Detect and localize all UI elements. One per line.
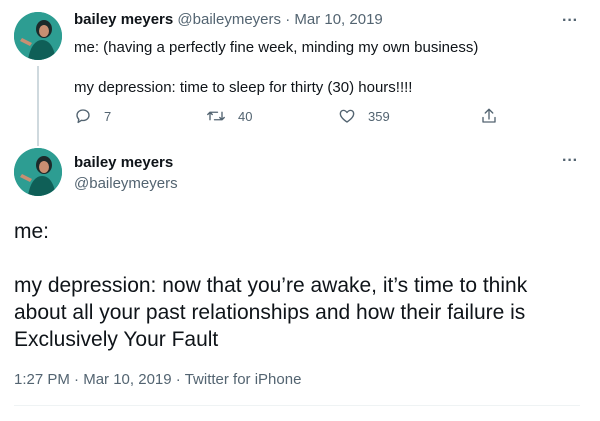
retweet-count: 40 (238, 108, 253, 124)
retweet-icon (207, 111, 225, 121)
tweet-date[interactable]: Mar 10, 2019 (294, 11, 382, 28)
reply-button[interactable]: 7 (74, 106, 111, 126)
author-name[interactable]: bailey meyers (74, 154, 173, 171)
tweet-text-line: me: (14, 220, 50, 243)
separator-dot: · (175, 371, 181, 388)
more-icon[interactable]: ··· (562, 13, 578, 29)
avatar[interactable] (14, 148, 62, 196)
tweet-text: me: (having a perfectly fine week, mindi… (74, 38, 574, 98)
separator-dot: · (285, 11, 291, 28)
tweet-header: bailey meyers @baileymeyers · Mar 10, 20… (74, 11, 383, 28)
tweet-source[interactable]: Twitter for iPhone (185, 371, 302, 388)
like-button[interactable]: 359 (338, 106, 390, 126)
tweet-text-line: my depression: time to sleep for thirty … (74, 79, 413, 96)
reply-icon (76, 109, 90, 124)
tweet-actions: 7 40 359 (74, 106, 524, 126)
author-handle[interactable]: @baileymeyers (177, 11, 281, 28)
parent-tweet[interactable]: bailey meyers @baileymeyers · Mar 10, 20… (0, 0, 600, 146)
share-icon (482, 108, 496, 123)
like-count: 359 (368, 108, 390, 124)
separator-dot: · (74, 371, 80, 388)
thread-connector-line (37, 66, 39, 146)
focused-tweet[interactable]: bailey meyers @baileymeyers ··· me: my d… (0, 140, 600, 421)
author-handle[interactable]: @baileymeyers (74, 175, 178, 192)
divider (14, 405, 580, 406)
avatar-image (14, 148, 62, 196)
tweet-text-line: me: (having a perfectly fine week, mindi… (74, 39, 479, 56)
author-name[interactable]: bailey meyers (74, 11, 173, 28)
tweet-metadata: 1:27 PM · Mar 10, 2019 · Twitter for iPh… (14, 371, 301, 388)
more-icon[interactable]: ··· (562, 153, 578, 169)
heart-icon (339, 109, 355, 123)
retweet-button[interactable]: 40 (206, 106, 252, 126)
share-button[interactable] (480, 106, 510, 126)
tweet-text-line: my depression: now that you’re awake, it… (14, 274, 528, 351)
tweet-time[interactable]: 1:27 PM (14, 371, 70, 388)
avatar[interactable] (14, 12, 62, 60)
avatar-image (14, 12, 62, 60)
reply-count: 7 (104, 108, 112, 124)
tweet-text: me: my depression: now that you’re awake… (14, 218, 574, 353)
tweet-date[interactable]: Mar 10, 2019 (83, 371, 171, 388)
